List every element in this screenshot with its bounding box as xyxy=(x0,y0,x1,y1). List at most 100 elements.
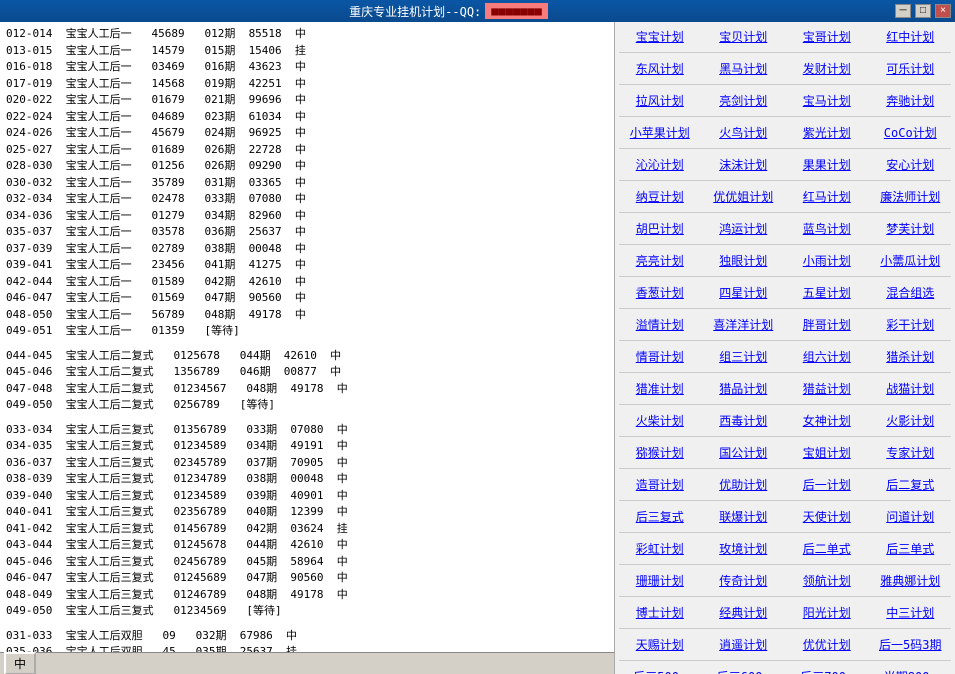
plan-item[interactable]: 阳光计划 xyxy=(786,602,868,623)
plan-item[interactable]: 博士计划 xyxy=(619,602,701,623)
plan-item[interactable]: 香葱计划 xyxy=(619,282,701,303)
plan-item[interactable]: 逍遥计划 xyxy=(703,634,785,655)
plan-item[interactable]: 蓝鸟计划 xyxy=(786,218,868,239)
plan-item[interactable]: 造哥计划 xyxy=(619,474,701,495)
data-list[interactable]: 012-014 宝宝人工后一 45689 012期 85518 中013-015… xyxy=(0,22,614,674)
plan-item[interactable]: 紫光计划 xyxy=(786,122,868,143)
plan-item[interactable]: 喜洋洋计划 xyxy=(703,314,785,335)
plan-item[interactable]: 宝宝计划 xyxy=(619,26,701,47)
plan-item[interactable]: 猎品计划 xyxy=(703,378,785,399)
plan-item[interactable]: 组六计划 xyxy=(786,346,868,367)
plan-divider xyxy=(619,276,951,277)
plan-item[interactable]: 天使计划 xyxy=(786,506,868,527)
plan-item[interactable]: 天赐计划 xyxy=(619,634,701,655)
plan-item[interactable]: 后三复式 xyxy=(619,506,701,527)
plan-item[interactable]: 联爆计划 xyxy=(703,506,785,527)
plan-item[interactable]: 宝姐计划 xyxy=(786,442,868,463)
plan-item[interactable]: 专家计划 xyxy=(870,442,952,463)
plan-item[interactable]: CoCo计划 xyxy=(870,122,952,143)
plan-item[interactable]: 溢情计划 xyxy=(619,314,701,335)
plan-item[interactable]: 雅典娜计划 xyxy=(870,570,952,591)
list-item: 039-041 宝宝人工后一 23456 041期 41275 中 xyxy=(6,257,608,274)
close-button[interactable]: × xyxy=(935,4,951,18)
plan-item[interactable]: 西毒计划 xyxy=(703,410,785,431)
plan-item[interactable]: 独眼计划 xyxy=(703,250,785,271)
plan-item[interactable]: 优助计划 xyxy=(703,474,785,495)
plan-item[interactable]: 后三600+ xyxy=(703,666,785,674)
plan-item[interactable]: 问道计划 xyxy=(870,506,952,527)
plan-item[interactable]: 优优姐计划 xyxy=(703,186,785,207)
plan-item[interactable]: 后三700+ xyxy=(786,666,868,674)
plan-item[interactable]: 优优计划 xyxy=(786,634,868,655)
plan-item[interactable]: 领航计划 xyxy=(786,570,868,591)
plan-item[interactable]: 梦芙计划 xyxy=(870,218,952,239)
plan-item[interactable]: 小苹果计划 xyxy=(619,122,701,143)
plan-item[interactable]: 后三单式 xyxy=(870,538,952,559)
plan-item[interactable]: 传奇计划 xyxy=(703,570,785,591)
plan-item[interactable]: 沁沁计划 xyxy=(619,154,701,175)
plan-item[interactable]: 亮剑计划 xyxy=(703,90,785,111)
plan-item[interactable]: 安心计划 xyxy=(870,154,952,175)
plan-item[interactable]: 五星计划 xyxy=(786,282,868,303)
plan-item[interactable]: 珊珊计划 xyxy=(619,570,701,591)
plan-grid: 宝宝计划宝贝计划宝哥计划红中计划东风计划黑马计划发财计划可乐计划拉风计划亮剑计划… xyxy=(619,26,951,674)
plan-item[interactable]: 宝贝计划 xyxy=(703,26,785,47)
plan-item[interactable]: 猎准计划 xyxy=(619,378,701,399)
plan-item[interactable]: 火柴计划 xyxy=(619,410,701,431)
list-item: 038-039 宝宝人工后三复式 01234789 038期 00048 中 xyxy=(6,471,608,488)
plan-item[interactable]: 廉法师计划 xyxy=(870,186,952,207)
plan-item[interactable]: 沫沫计划 xyxy=(703,154,785,175)
plan-item[interactable]: 后二单式 xyxy=(786,538,868,559)
plan-item[interactable]: 小薷瓜计划 xyxy=(870,250,952,271)
plan-item[interactable]: 后一计划 xyxy=(786,474,868,495)
plan-item[interactable]: 组三计划 xyxy=(703,346,785,367)
plan-item[interactable]: 红马计划 xyxy=(786,186,868,207)
plan-item[interactable]: 战猫计划 xyxy=(870,378,952,399)
plan-item[interactable]: 东风计划 xyxy=(619,58,701,79)
plan-item[interactable]: 亮亮计划 xyxy=(619,250,701,271)
list-item: 040-041 宝宝人工后三复式 02356789 040期 12399 中 xyxy=(6,504,608,521)
plan-item[interactable]: 胖哥计划 xyxy=(786,314,868,335)
status-bar: 中 xyxy=(0,652,615,674)
plan-item[interactable]: 胡巴计划 xyxy=(619,218,701,239)
plan-item[interactable]: 后二复式 xyxy=(870,474,952,495)
plan-item[interactable]: 猕猴计划 xyxy=(619,442,701,463)
plan-item[interactable]: 宝马计划 xyxy=(786,90,868,111)
status-button[interactable]: 中 xyxy=(4,652,36,674)
plan-item[interactable]: 情哥计划 xyxy=(619,346,701,367)
plan-item[interactable]: 国公计划 xyxy=(703,442,785,463)
plan-item[interactable]: 纳豆计划 xyxy=(619,186,701,207)
plan-item[interactable]: 后一5码3期 xyxy=(870,634,952,655)
plan-item[interactable]: 女神计划 xyxy=(786,410,868,431)
plan-item[interactable]: 猎益计划 xyxy=(786,378,868,399)
plan-item[interactable]: 彩干计划 xyxy=(870,314,952,335)
plan-item[interactable]: 当期800+ xyxy=(870,666,952,674)
list-item: 045-046 宝宝人工后二复式 1356789 046期 00877 中 xyxy=(6,364,608,381)
plan-item[interactable]: 玫境计划 xyxy=(703,538,785,559)
list-item: 032-034 宝宝人工后一 02478 033期 07080 中 xyxy=(6,191,608,208)
plan-item[interactable]: 黑马计划 xyxy=(703,58,785,79)
plan-item[interactable]: 经典计划 xyxy=(703,602,785,623)
list-item: 034-036 宝宝人工后一 01279 034期 82960 中 xyxy=(6,208,608,225)
plan-item[interactable]: 火鸟计划 xyxy=(703,122,785,143)
plan-item[interactable]: 彩虹计划 xyxy=(619,538,701,559)
title-bar: 重庆专业挂机计划--QQ: ■■■■■■■ ─ □ × xyxy=(0,0,955,22)
plan-item[interactable]: 奔驰计划 xyxy=(870,90,952,111)
plan-item[interactable]: 鸿运计划 xyxy=(703,218,785,239)
plan-item[interactable]: 中三计划 xyxy=(870,602,952,623)
plan-item[interactable]: 可乐计划 xyxy=(870,58,952,79)
plan-item[interactable]: 四星计划 xyxy=(703,282,785,303)
plan-item[interactable]: 发财计划 xyxy=(786,58,868,79)
maximize-button[interactable]: □ xyxy=(915,4,931,18)
plan-item[interactable]: 混合组选 xyxy=(870,282,952,303)
list-item: 039-040 宝宝人工后三复式 01234589 039期 40901 中 xyxy=(6,488,608,505)
plan-item[interactable]: 小雨计划 xyxy=(786,250,868,271)
plan-item[interactable]: 红中计划 xyxy=(870,26,952,47)
plan-item[interactable]: 后三500+ xyxy=(619,666,701,674)
plan-item[interactable]: 火影计划 xyxy=(870,410,952,431)
plan-item[interactable]: 宝哥计划 xyxy=(786,26,868,47)
plan-item[interactable]: 拉风计划 xyxy=(619,90,701,111)
plan-item[interactable]: 果果计划 xyxy=(786,154,868,175)
minimize-button[interactable]: ─ xyxy=(895,4,911,18)
plan-item[interactable]: 猎杀计划 xyxy=(870,346,952,367)
